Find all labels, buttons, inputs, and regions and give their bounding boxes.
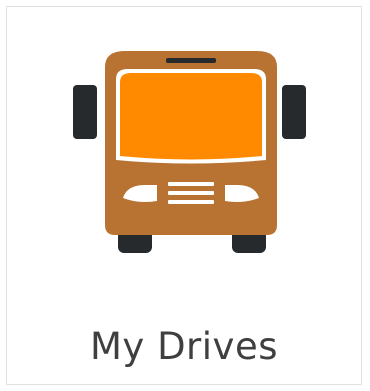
my-drives-tile[interactable]: My Drives xyxy=(6,6,362,385)
grille-bar-1 xyxy=(168,182,214,186)
bus-icon xyxy=(73,51,306,253)
windshield xyxy=(120,73,262,160)
grille-bar-3 xyxy=(168,200,214,204)
left-mirror xyxy=(73,85,97,139)
tile-label: My Drives xyxy=(89,325,278,368)
right-mirror xyxy=(282,85,306,139)
grille-bar-2 xyxy=(168,191,214,195)
roof-light xyxy=(166,58,216,63)
